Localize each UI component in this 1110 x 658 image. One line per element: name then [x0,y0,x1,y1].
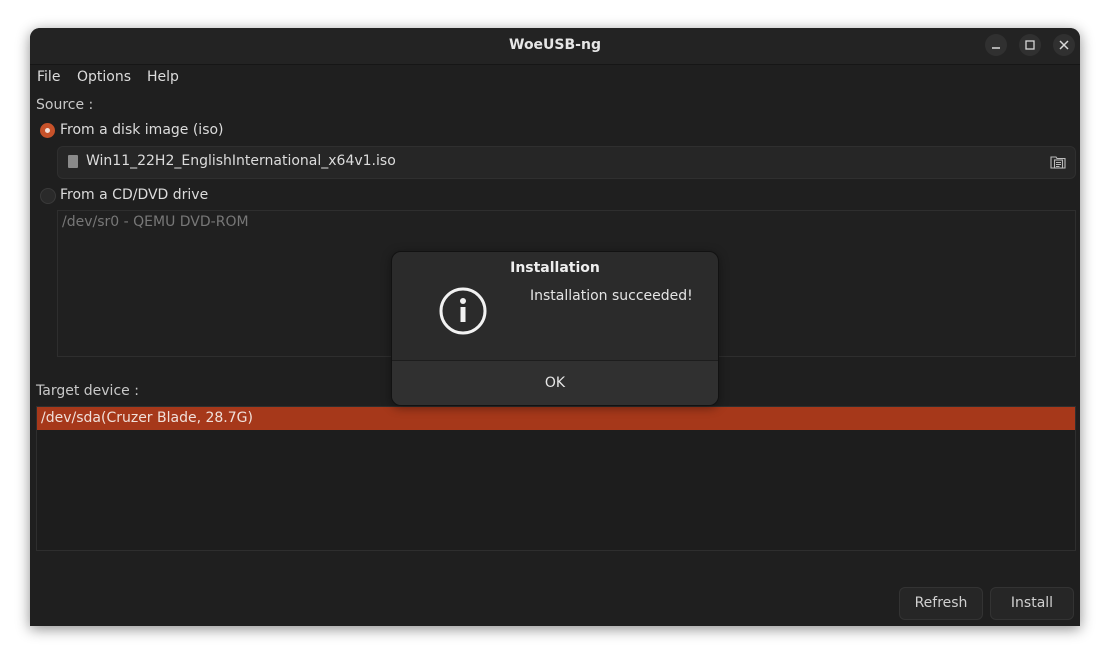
radio-dvd[interactable] [40,188,56,204]
installation-dialog: Installation Installation succeeded! OK [391,251,719,406]
menu-options[interactable]: Options [77,69,131,85]
radio-dvd-label[interactable]: From a CD/DVD drive [60,187,208,203]
info-icon [439,287,487,335]
file-icon [68,155,78,168]
source-label: Source : [36,97,94,113]
radio-iso-label[interactable]: From a disk image (iso) [60,122,224,138]
close-button[interactable] [1053,34,1075,56]
minimize-button[interactable] [985,34,1007,56]
folder-browse-icon[interactable] [1050,154,1066,170]
target-device-list[interactable]: /dev/sda(Cruzer Blade, 28.7G) [36,406,1076,551]
window-title: WoeUSB-ng [509,37,601,53]
menu-file[interactable]: File [37,69,60,85]
close-icon [1059,40,1069,50]
target-label: Target device : [36,383,139,399]
dialog-title: Installation [510,260,600,276]
title-bar[interactable]: WoeUSB-ng [30,28,1080,65]
maximize-button[interactable] [1019,34,1041,56]
maximize-icon [1025,40,1035,50]
dvd-drive-item[interactable]: /dev/sr0 - QEMU DVD-ROM [62,214,249,230]
radio-iso[interactable] [40,123,55,138]
iso-file-name: Win11_22H2_EnglishInternational_x64v1.is… [86,153,396,169]
install-button[interactable]: Install [990,587,1074,620]
target-device-item[interactable]: /dev/sda(Cruzer Blade, 28.7G) [37,407,1075,430]
ok-button[interactable]: OK [392,360,718,405]
refresh-button[interactable]: Refresh [899,587,983,620]
iso-file-field[interactable]: Win11_22H2_EnglishInternational_x64v1.is… [57,146,1076,179]
target-device-label: /dev/sda(Cruzer Blade, 28.7G) [41,410,253,426]
minimize-icon [992,47,1000,49]
dialog-message: Installation succeeded! [530,288,693,304]
menu-help[interactable]: Help [147,69,179,85]
